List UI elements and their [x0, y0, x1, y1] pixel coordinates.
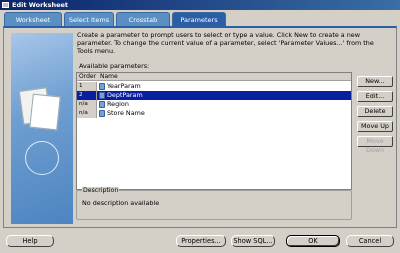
list-item[interactable]: 2 DeptParam: [77, 91, 351, 100]
decorative-side-image: [11, 33, 73, 224]
tab-select-items[interactable]: Select Items: [64, 12, 114, 26]
parameters-panel: Create a parameter to prompt users to se…: [3, 26, 397, 228]
properties-button[interactable]: Properties...: [176, 235, 226, 247]
document-graphic: [29, 93, 61, 131]
tab-parameters[interactable]: Parameters: [172, 12, 226, 26]
parameter-order: 1: [77, 82, 97, 91]
intro-text: Create a parameter to prompt users to se…: [77, 31, 374, 55]
move-up-button[interactable]: Move Up: [357, 121, 393, 132]
ok-button[interactable]: OK: [286, 235, 340, 247]
window-title: Edit Worksheet: [12, 1, 69, 9]
parameter-icon: [99, 83, 105, 90]
column-header-order[interactable]: Order: [79, 73, 96, 81]
show-sql-button[interactable]: Show SQL...: [231, 235, 275, 247]
delete-button[interactable]: Delete: [357, 106, 393, 117]
app-icon: [2, 2, 9, 8]
parameter-order: n/a: [77, 100, 97, 109]
tab-worksheet-layout[interactable]: Worksheet Layout: [4, 12, 62, 38]
edit-button[interactable]: Edit...: [357, 91, 393, 102]
parameter-name: Region: [107, 100, 129, 108]
circle-graphic: [25, 141, 59, 175]
help-button[interactable]: Help: [6, 235, 54, 247]
move-down-button: Move Down: [357, 136, 393, 154]
description-group: Description No description available: [76, 187, 352, 220]
parameter-name: DeptParam: [107, 91, 143, 99]
description-text: No description available: [82, 199, 160, 207]
list-item[interactable]: 1 YearParam: [77, 82, 351, 91]
parameter-order: 2: [77, 91, 97, 100]
parameter-name: YearParam: [107, 82, 141, 90]
description-legend: Description: [82, 187, 120, 194]
window-titlebar: Edit Worksheet: [0, 0, 400, 10]
parameter-order: n/a: [77, 109, 97, 118]
tab-crosstab-layout[interactable]: Crosstab Layout: [116, 12, 170, 38]
parameter-icon: [99, 92, 105, 99]
list-item[interactable]: n/a Store Name: [77, 109, 351, 118]
parameters-list[interactable]: Order Name 1 YearParam 2 DeptParam n/a R…: [76, 72, 352, 190]
list-header: Order Name: [77, 73, 351, 81]
parameter-name: Store Name: [107, 109, 145, 117]
list-item[interactable]: n/a Region: [77, 100, 351, 109]
cancel-button[interactable]: Cancel: [346, 235, 394, 247]
column-header-name[interactable]: Name: [100, 73, 118, 81]
new-button[interactable]: New...: [357, 76, 393, 87]
parameter-icon: [99, 101, 105, 108]
parameter-icon: [99, 110, 105, 117]
available-parameters-label: Available parameters:: [79, 62, 150, 70]
